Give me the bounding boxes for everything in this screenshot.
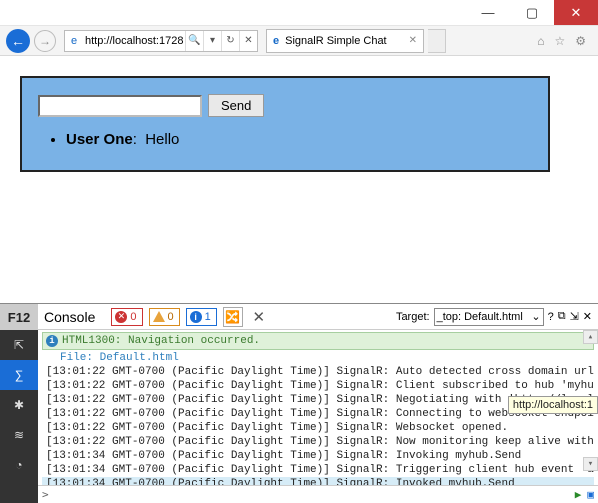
scroll-up-button[interactable]: ▴ bbox=[583, 330, 598, 344]
console-prompt: > bbox=[42, 488, 49, 501]
console-nav-msg: HTML1300: Navigation occurred. bbox=[62, 334, 260, 348]
console-log-line-highlighted: [13:01:34 GMT-0700 (Pacific Daylight Tim… bbox=[42, 477, 594, 485]
message-input[interactable] bbox=[38, 95, 202, 117]
window-minimize-button[interactable]: — bbox=[466, 0, 510, 25]
info-filter-badge[interactable]: i1 bbox=[186, 308, 217, 326]
console-log-line: [13:01:34 GMT-0700 (Pacific Daylight Tim… bbox=[42, 449, 594, 463]
help-button[interactable]: ? bbox=[548, 311, 554, 323]
devtools-toolbar: Console ✕0 0 i1 🔀 ✕ Target: _top: Defaul… bbox=[38, 304, 598, 330]
devtools-main: Console ✕0 0 i1 🔀 ✕ Target: _top: Defaul… bbox=[38, 304, 598, 503]
browser-navbar: ← → e 🔍 ▾ ↻ ✕ e SignalR Simple Chat ✕ ⌂ … bbox=[0, 26, 598, 56]
f12-label: F12 bbox=[0, 304, 38, 330]
devtools-tab-profiler[interactable]: ◔ bbox=[0, 450, 38, 480]
message-list: User One: Hello bbox=[66, 131, 532, 148]
clear-console-button[interactable]: ✕ bbox=[249, 307, 269, 327]
address-bar: e 🔍 ▾ ↻ ✕ bbox=[64, 30, 258, 52]
message-text: Hello bbox=[145, 131, 179, 148]
target-select[interactable]: _top: Default.html⌄ bbox=[434, 308, 544, 326]
hover-tooltip: http://localhost:1 bbox=[508, 396, 598, 414]
tab-close-button[interactable]: ✕ bbox=[409, 35, 417, 46]
console-log-line: [13:01:22 GMT-0700 (Pacific Daylight Tim… bbox=[42, 421, 594, 435]
send-button[interactable]: Send bbox=[208, 94, 264, 117]
console-log-line: [13:01:22 GMT-0700 (Pacific Daylight Tim… bbox=[42, 365, 594, 379]
stop-button[interactable]: ✕ bbox=[239, 31, 257, 51]
back-button[interactable]: ← bbox=[6, 29, 30, 53]
multiline-toggle-button[interactable]: ▣ bbox=[587, 488, 594, 501]
url-input[interactable] bbox=[83, 34, 185, 48]
error-filter-badge[interactable]: ✕0 bbox=[111, 308, 142, 326]
console-log-line: [13:01:22 GMT-0700 (Pacific Daylight Tim… bbox=[42, 435, 594, 449]
target-label: Target: bbox=[396, 311, 430, 323]
console-input-bar: > ▶ ▣ bbox=[38, 485, 598, 503]
tab-favicon-icon: e bbox=[273, 35, 279, 47]
favorites-icon[interactable]: ☆ bbox=[554, 34, 565, 48]
window-close-button[interactable]: ✕ bbox=[554, 0, 598, 25]
window-maximize-button[interactable]: ▢ bbox=[510, 0, 554, 25]
devtools-tab-console[interactable]: ∑ bbox=[0, 360, 38, 390]
browser-tab[interactable]: e SignalR Simple Chat ✕ bbox=[266, 29, 424, 53]
tools-icon[interactable]: ⚙ bbox=[575, 34, 586, 48]
message-item: User One: Hello bbox=[66, 131, 532, 148]
devtools-tab-dom[interactable]: ⇱ bbox=[0, 330, 38, 360]
devtools-tab-network[interactable]: ✱ bbox=[0, 390, 38, 420]
scroll-down-button[interactable]: ▾ bbox=[583, 457, 598, 471]
unpin-button[interactable]: ⇲ bbox=[570, 310, 579, 323]
window-titlebar: — ▢ ✕ bbox=[0, 0, 598, 26]
forward-button[interactable]: → bbox=[34, 30, 56, 52]
run-script-button[interactable]: ▶ bbox=[575, 488, 582, 501]
devtools-tab-emulation[interactable]: ≋ bbox=[0, 420, 38, 450]
home-icon[interactable]: ⌂ bbox=[537, 34, 544, 48]
console-log-area[interactable]: ▴ i HTML1300: Navigation occurred. File:… bbox=[38, 330, 598, 485]
tab-title: SignalR Simple Chat bbox=[285, 35, 387, 47]
console-file-link[interactable]: File: Default.html bbox=[42, 351, 594, 365]
console-nav-header: i HTML1300: Navigation occurred. bbox=[42, 332, 594, 350]
new-tab-button[interactable] bbox=[428, 29, 446, 53]
page-content: Send User One: Hello bbox=[0, 56, 598, 302]
ie-icon: e bbox=[65, 35, 83, 47]
message-sender-name: User One bbox=[66, 131, 133, 148]
warning-filter-badge[interactable]: 0 bbox=[149, 308, 180, 326]
info-icon: i bbox=[46, 335, 58, 347]
toolbar-extra-icon[interactable]: 🔀 bbox=[223, 307, 243, 327]
devtools-close-button[interactable]: ✕ bbox=[583, 310, 592, 323]
search-dropdown-button[interactable]: 🔍 bbox=[185, 31, 203, 51]
devtools-title: Console bbox=[44, 309, 95, 325]
chat-panel: Send User One: Hello bbox=[20, 76, 550, 172]
devtools-panel: F12 ⇱ ∑ ✱ ≋ ◔ Console ✕0 0 i1 🔀 ✕ Target… bbox=[0, 303, 598, 503]
url-dropdown-button[interactable]: ▾ bbox=[203, 31, 221, 51]
devtools-sidebar: F12 ⇱ ∑ ✱ ≋ ◔ bbox=[0, 304, 38, 503]
console-log-line: [13:01:22 GMT-0700 (Pacific Daylight Tim… bbox=[42, 379, 594, 393]
refresh-button[interactable]: ↻ bbox=[221, 31, 239, 51]
popin-button[interactable]: ⧉ bbox=[558, 310, 566, 323]
console-log-line: [13:01:34 GMT-0700 (Pacific Daylight Tim… bbox=[42, 463, 594, 477]
